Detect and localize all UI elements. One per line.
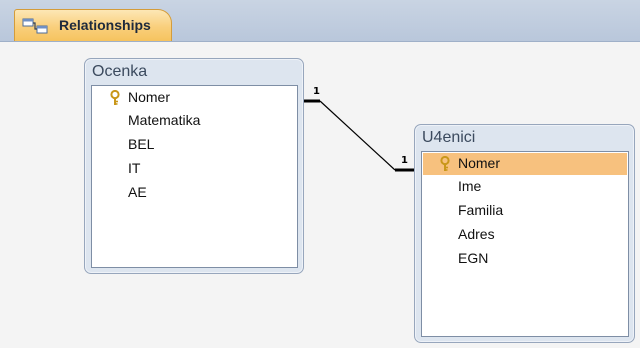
field-row-it[interactable]: IT xyxy=(93,158,296,180)
relationships-icon xyxy=(22,18,48,34)
primary-key-icon xyxy=(440,156,450,171)
field-row-ime[interactable]: Ime xyxy=(423,176,627,198)
table-window-u4enici[interactable]: U4enici Nomer Ime Familia Adres EGN xyxy=(414,124,635,343)
field-name: Familia xyxy=(458,202,504,218)
field-row-bel[interactable]: BEL xyxy=(93,134,296,156)
cardinality-one-right: 1 xyxy=(401,155,408,166)
field-row-familia[interactable]: Familia xyxy=(423,200,627,222)
field-name: EGN xyxy=(458,250,489,266)
field-row-nomer-selected[interactable]: Nomer xyxy=(423,153,627,175)
field-name: Ime xyxy=(458,178,482,194)
field-name: Matematika xyxy=(128,112,201,128)
document-tab-strip: Relationships xyxy=(0,0,640,42)
field-row-ae[interactable]: AE xyxy=(93,182,296,204)
tab-label: Relationships xyxy=(59,17,151,33)
field-name: AE xyxy=(128,184,147,200)
field-list[interactable]: Nomer Matematika BEL IT AE xyxy=(91,85,298,268)
table-title: U4enici xyxy=(422,129,476,146)
field-name: Nomer xyxy=(128,89,171,105)
access-window: Relationships 1 1 Ocenka Nomer Matematik… xyxy=(0,0,640,348)
relationships-tab[interactable]: Relationships xyxy=(14,9,172,41)
table-title: Ocenka xyxy=(92,63,148,80)
relationship-design-canvas[interactable]: 1 1 Ocenka Nomer Matematika BEL IT AE U4… xyxy=(0,42,640,348)
field-name: Nomer xyxy=(458,155,501,171)
field-name: IT xyxy=(128,160,141,176)
field-name: Adres xyxy=(458,226,495,242)
field-row-egn[interactable]: EGN xyxy=(423,248,627,270)
field-row-matematika[interactable]: Matematika xyxy=(93,110,296,132)
field-row-adres[interactable]: Adres xyxy=(423,224,627,246)
field-list[interactable]: Nomer Ime Familia Adres EGN xyxy=(421,151,629,337)
field-name: BEL xyxy=(128,136,155,152)
cardinality-one-left: 1 xyxy=(313,86,320,97)
primary-key-icon xyxy=(110,90,120,105)
field-row-nomer[interactable]: Nomer xyxy=(93,87,296,109)
table-window-ocenka[interactable]: Ocenka Nomer Matematika BEL IT AE xyxy=(84,58,304,274)
